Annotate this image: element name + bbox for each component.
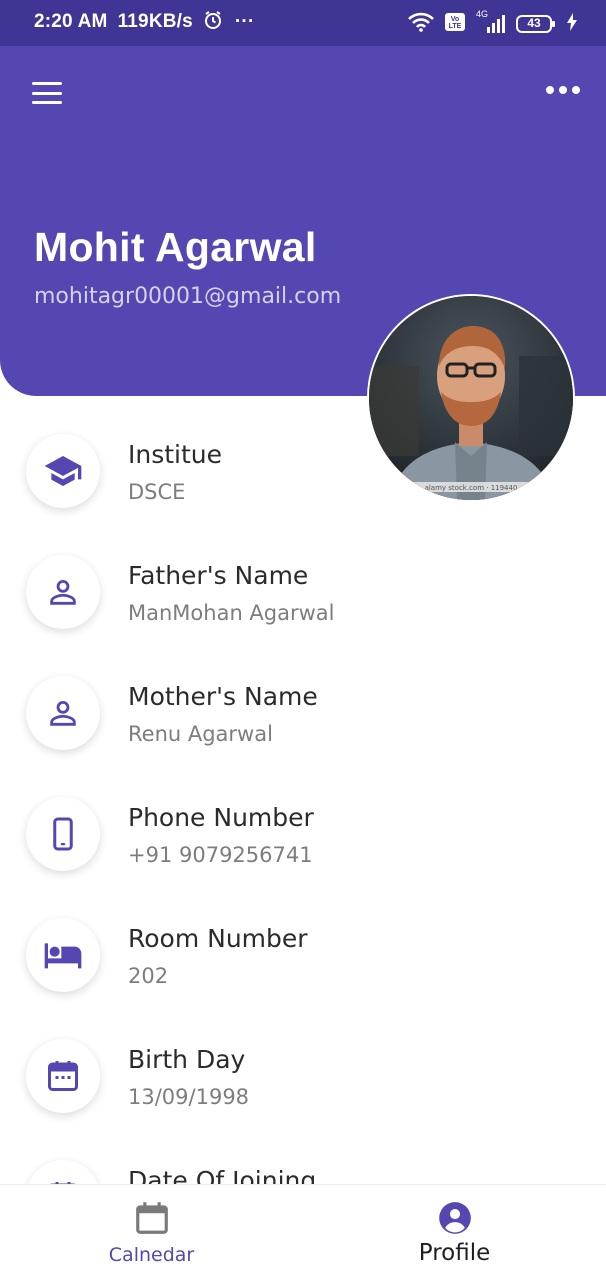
calendar-icon bbox=[133, 1199, 171, 1237]
list-item-institute: Institue DSCE bbox=[0, 406, 606, 526]
profile-email: mohitagr00001@gmail.com bbox=[34, 284, 342, 309]
nav-calendar[interactable]: Calnedar bbox=[0, 1185, 303, 1281]
field-value: Renu Agarwal bbox=[128, 722, 273, 746]
person-icon bbox=[26, 555, 100, 629]
battery-level: 43 bbox=[527, 16, 541, 30]
profile-name: Mohit Agarwal bbox=[34, 224, 317, 270]
account-circle-icon bbox=[436, 1199, 474, 1237]
field-value: 202 bbox=[128, 964, 169, 988]
field-label: Father's Name bbox=[128, 561, 309, 590]
menu-button[interactable] bbox=[32, 82, 62, 104]
menu-line bbox=[32, 101, 62, 104]
charging-icon bbox=[566, 12, 578, 36]
field-value: +91 9079256741 bbox=[128, 843, 313, 867]
nav-profile-label: Profile bbox=[418, 1240, 491, 1266]
status-time: 2:20 AM bbox=[34, 11, 108, 32]
status-bar: 2:20 AM 119KB/s ··· Vo LTE 4G 43 bbox=[0, 0, 606, 46]
wifi-icon bbox=[408, 12, 434, 36]
dot bbox=[572, 86, 580, 94]
calendar-icon bbox=[26, 1160, 100, 1184]
list-item-father-name: Father's Name ManMohan Agarwal bbox=[0, 527, 606, 647]
field-value: DSCE bbox=[128, 480, 186, 504]
battery-icon: 43 bbox=[516, 14, 556, 34]
profile-details-list[interactable]: Institue DSCE Father's Name ManMohan Aga… bbox=[0, 406, 606, 1184]
more-options-button[interactable] bbox=[546, 86, 582, 100]
field-label: Phone Number bbox=[128, 803, 314, 832]
dot bbox=[559, 86, 567, 94]
field-value: ManMohan Agarwal bbox=[128, 601, 335, 625]
field-label: Birth Day bbox=[128, 1045, 246, 1074]
list-item-birth-day: Birth Day 13/09/1998 bbox=[0, 1011, 606, 1131]
nav-profile[interactable]: Profile bbox=[303, 1185, 606, 1281]
field-label: Room Number bbox=[128, 924, 308, 953]
list-item-mother-name: Mother's Name Renu Agarwal bbox=[0, 648, 606, 768]
signal-icon: 4G bbox=[476, 9, 506, 35]
svg-text:Vo: Vo bbox=[451, 16, 459, 23]
person-icon bbox=[26, 676, 100, 750]
status-right: Vo LTE 4G 43 bbox=[408, 9, 578, 37]
alarm-icon bbox=[203, 10, 223, 36]
list-item-phone-number: Phone Number +91 9079256741 bbox=[0, 769, 606, 889]
status-more: ··· bbox=[234, 11, 255, 32]
status-left: 2:20 AM 119KB/s ··· bbox=[34, 10, 265, 36]
list-item-room-number: Room Number 202 bbox=[0, 890, 606, 1010]
calendar-icon bbox=[26, 1039, 100, 1113]
field-label: Mother's Name bbox=[128, 682, 318, 711]
school-icon bbox=[26, 434, 100, 508]
nav-calendar-label: Calnedar bbox=[108, 1244, 195, 1266]
field-value: 13/09/1998 bbox=[128, 1085, 250, 1109]
phone-icon bbox=[26, 797, 100, 871]
bed-icon bbox=[26, 918, 100, 992]
menu-line bbox=[32, 91, 62, 95]
menu-line bbox=[32, 82, 62, 85]
dot bbox=[546, 86, 554, 94]
list-item-date-of-joining: Date Of Joining bbox=[0, 1132, 606, 1184]
field-label: Date Of Joining bbox=[128, 1166, 317, 1184]
field-label: Institue bbox=[128, 440, 223, 469]
bottom-navigation: Calnedar Profile bbox=[0, 1184, 606, 1281]
volte-icon: Vo LTE bbox=[444, 12, 466, 36]
svg-text:LTE: LTE bbox=[449, 23, 462, 30]
status-speed: 119KB/s bbox=[117, 11, 193, 32]
